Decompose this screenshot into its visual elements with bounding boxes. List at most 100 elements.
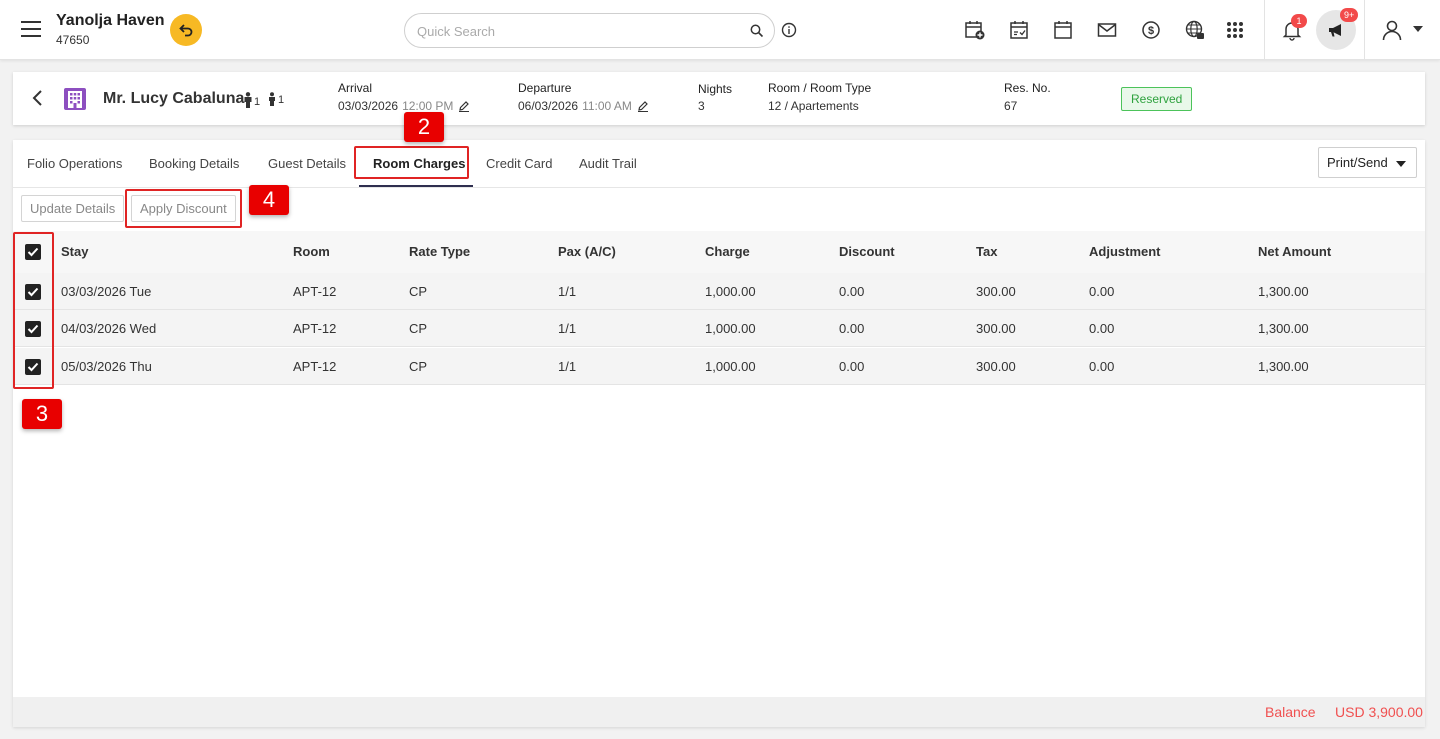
print-send-dropdown[interactable]: Print/Send: [1318, 147, 1417, 178]
cell-tax: 300.00: [976, 284, 1016, 299]
col-room: Room: [293, 244, 330, 259]
globe-icon[interactable]: [1184, 19, 1206, 41]
cell-charge: 1,000.00: [705, 284, 756, 299]
cell-rate-type: CP: [409, 284, 428, 299]
tab-guest-details[interactable]: Guest Details: [268, 156, 346, 171]
status-badge: Reserved: [1121, 87, 1193, 111]
user-avatar-icon[interactable]: [1380, 18, 1404, 42]
svg-text:$: $: [1148, 25, 1154, 37]
edit-arrival-icon[interactable]: [458, 100, 470, 112]
chevron-down-icon[interactable]: [1413, 26, 1423, 32]
mail-icon[interactable]: [1096, 19, 1118, 41]
room-value: 12 / Apartements: [768, 99, 859, 113]
cell-rate-type: CP: [409, 321, 428, 336]
col-tax: Tax: [976, 244, 998, 259]
table-header: Stay Room Rate Type Pax (A/C) Charge Dis…: [13, 231, 1425, 273]
departure-label: Departure: [518, 81, 572, 95]
col-discount: Discount: [839, 244, 895, 259]
nights-value: 3: [698, 99, 705, 113]
apps-grid-icon[interactable]: [1224, 19, 1246, 41]
quick-search: [404, 13, 775, 48]
balance-value: USD 3,900.00: [1335, 704, 1423, 720]
cell-pax: 1/1: [558, 321, 577, 336]
cell-discount: 0.00: [839, 284, 865, 299]
step-marker-4: 4: [249, 185, 289, 215]
tab-folio-operations[interactable]: Folio Operations: [27, 156, 122, 171]
cell-discount: 0.00: [839, 359, 865, 374]
calendar-icon[interactable]: [1052, 19, 1074, 41]
tab-credit-card[interactable]: Credit Card: [486, 156, 552, 171]
undo-icon: [179, 24, 193, 37]
arrival-label: Arrival: [338, 81, 373, 95]
step-marker-2: 2: [404, 112, 444, 142]
add-reservation-icon[interactable]: [964, 19, 986, 41]
guest-name: Mr. Lucy Cabaluna: [103, 90, 245, 107]
room-label: Room / Room Type: [768, 81, 872, 95]
checkin-calendar-icon[interactable]: [1008, 19, 1030, 41]
cell-pax: 1/1: [558, 284, 577, 299]
cell-stay: 04/03/2026 Wed: [61, 321, 157, 336]
menu-icon[interactable]: [21, 21, 41, 37]
cell-net-amount: 1,300.00: [1258, 359, 1309, 374]
nights-label: Nights: [698, 82, 733, 96]
cell-pax: 1/1: [558, 359, 577, 374]
table-row[interactable]: 05/03/2026 Thu APT-12 CP 1/1 1,000.00 0.…: [13, 348, 1425, 385]
col-rate-type: Rate Type: [409, 244, 471, 259]
divider: [1264, 0, 1265, 60]
tab-bar: Folio Operations Booking Details Guest D…: [13, 140, 1425, 188]
cell-net-amount: 1,300.00: [1258, 321, 1309, 336]
notification-badge: 1: [1291, 14, 1307, 28]
cell-charge: 1,000.00: [705, 359, 756, 374]
info-icon[interactable]: [781, 22, 797, 38]
back-arrow-icon[interactable]: [31, 89, 45, 107]
departure-value: 06/03/2026 11:00 AM: [518, 99, 649, 113]
cell-room: APT-12: [293, 321, 337, 336]
search-icon[interactable]: [750, 24, 764, 38]
cell-tax: 300.00: [976, 359, 1016, 374]
adult-icon: [244, 92, 252, 108]
update-details-button[interactable]: Update Details: [21, 195, 125, 222]
cell-stay: 03/03/2026 Tue: [61, 284, 152, 299]
resno-value: 67: [1004, 99, 1018, 113]
resno-label: Res. No.: [1004, 81, 1051, 95]
room-charges-panel: Folio Operations Booking Details Guest D…: [13, 112, 1425, 727]
cell-stay: 05/03/2026 Thu: [61, 359, 152, 374]
top-bar: Yanolja Haven 47650 $ 1 9+: [0, 0, 1440, 60]
hotel-id: 47650: [56, 33, 90, 47]
cell-room: APT-12: [293, 359, 337, 374]
table-row[interactable]: 04/03/2026 Wed APT-12 CP 1/1 1,000.00 0.…: [13, 310, 1425, 347]
highlight-apply-discount: [125, 189, 242, 228]
cell-rate-type: CP: [409, 359, 428, 374]
switch-property-button[interactable]: [170, 14, 202, 46]
caret-down-icon: [1396, 161, 1406, 167]
reservation-summary: Mr. Lucy Cabaluna 1 1 Arrival 03/03/2026…: [13, 72, 1425, 125]
children-count: 1: [267, 92, 284, 106]
col-charge: Charge: [705, 244, 750, 259]
adults-count: 1: [243, 92, 260, 108]
tab-booking-details[interactable]: Booking Details: [149, 156, 239, 171]
announcement-badge: 9+: [1340, 8, 1359, 22]
table-row[interactable]: 03/03/2026 Tue APT-12 CP 1/1 1,000.00 0.…: [13, 273, 1425, 310]
cell-discount: 0.00: [839, 321, 865, 336]
balance-label: Balance: [1265, 704, 1316, 720]
col-adjustment: Adjustment: [1089, 244, 1161, 259]
step-marker-3: 3: [22, 399, 62, 429]
cell-room: APT-12: [293, 284, 337, 299]
highlight-checkbox-column: [13, 232, 54, 389]
divider: [1364, 0, 1365, 60]
currency-icon[interactable]: $: [1140, 19, 1162, 41]
child-icon: [269, 92, 275, 106]
search-input[interactable]: [417, 22, 737, 40]
tab-audit-trail[interactable]: Audit Trail: [579, 156, 637, 171]
col-net-amount: Net Amount: [1258, 244, 1332, 259]
hotel-name: Yanolja Haven: [56, 12, 165, 29]
cell-adjustment: 0.00: [1089, 321, 1115, 336]
arrival-value: 03/03/2026 12:00 PM: [338, 99, 470, 113]
active-tab-indicator: [359, 185, 473, 187]
edit-departure-icon[interactable]: [637, 100, 649, 112]
cell-adjustment: 0.00: [1089, 359, 1115, 374]
cell-charge: 1,000.00: [705, 321, 756, 336]
balance-footer: Balance USD 3,900.00: [13, 697, 1425, 727]
highlight-room-charges-tab: [354, 146, 469, 179]
megaphone-icon: [1329, 24, 1341, 37]
